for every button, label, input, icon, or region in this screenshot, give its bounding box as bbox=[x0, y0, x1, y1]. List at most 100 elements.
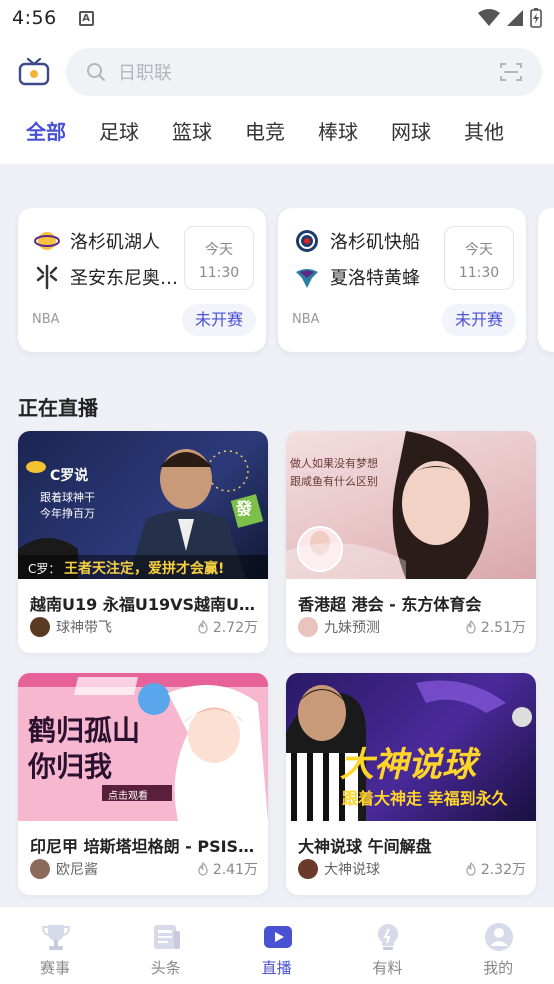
home-team-name: 洛杉矶快船 bbox=[330, 232, 420, 253]
match-status-badge: 未开赛 bbox=[182, 304, 256, 336]
flame-icon bbox=[198, 620, 208, 634]
thumb-caption-prefix: C罗： bbox=[28, 562, 61, 576]
tab-baseball[interactable]: 棒球 bbox=[318, 116, 358, 146]
nav-profile[interactable]: 我的 bbox=[443, 907, 554, 984]
avatar bbox=[298, 859, 318, 879]
signal-icon bbox=[507, 10, 523, 26]
lakers-logo-icon bbox=[34, 232, 60, 250]
status-bar: 4:56 A bbox=[0, 0, 554, 36]
tab-football[interactable]: 足球 bbox=[99, 116, 139, 146]
status-icons bbox=[478, 8, 542, 28]
live-room-title: 印尼甲 培斯塔坦格朗 - PSIS… bbox=[30, 837, 255, 856]
thumb-caption-title: 你归我 bbox=[28, 750, 113, 783]
anchor-row: 九妹预测 2.51万 bbox=[298, 617, 526, 637]
match-strip[interactable]: 洛杉矶湖人 圣安东尼奥… 今天 11:30 NBA 未开赛 洛杉矶快船 夏洛特黄… bbox=[0, 208, 554, 358]
anchor-row: 欧尼酱 2.41万 bbox=[30, 859, 258, 879]
anchor-row: 球神带飞 2.72万 bbox=[30, 617, 258, 637]
newspaper-icon bbox=[153, 925, 180, 949]
tab-all[interactable]: 全部 bbox=[26, 116, 66, 146]
heat-count: 2.51万 bbox=[465, 617, 526, 637]
home-team: 洛杉矶湖人 bbox=[34, 228, 160, 254]
wifi-icon bbox=[478, 9, 500, 26]
live-room-card[interactable]: 做人如果没有梦想 跟咸鱼有什么区别 香港超 港会 - 东方体育会 九妹预测 2.… bbox=[286, 431, 536, 653]
nav-live[interactable]: 直播 bbox=[222, 907, 333, 984]
thumb-caption-title: 鹤归孤山 bbox=[28, 714, 141, 747]
heat-value: 2.41万 bbox=[212, 862, 258, 878]
nav-label: 头条 bbox=[150, 959, 181, 977]
trophy-icon bbox=[41, 925, 71, 950]
live-room-title: 香港超 港会 - 东方体育会 bbox=[298, 595, 482, 614]
live-room-card[interactable]: 鹤归孤山 你归我 点击观看 印尼甲 培斯塔坦格朗 - PSIS… 欧尼酱 2.4… bbox=[18, 673, 268, 895]
live-room-card[interactable]: C罗说 跟着球神干 今年挣百万 發 C罗： 王者天注定，爱拼才会赢! 越南U19… bbox=[18, 431, 268, 653]
match-card[interactable]: 洛杉矶快船 夏洛特黄蜂 今天 11:30 NBA 未开赛 bbox=[278, 208, 526, 352]
thumb-caption-line: 跟咸鱼有什么区别 bbox=[290, 475, 378, 488]
nav-insights[interactable]: 有料 bbox=[332, 907, 443, 984]
flame-icon bbox=[466, 862, 476, 876]
live-thumbnail: C罗说 跟着球神干 今年挣百万 發 C罗： 王者天注定，爱拼才会赢! bbox=[18, 431, 268, 579]
home-team-name: 洛杉矶湖人 bbox=[70, 232, 160, 253]
bottom-nav: 赛事 头条 直播 有料 我的 bbox=[0, 906, 554, 984]
live-room-card[interactable]: 大神说球 跟着大神走 幸福到永久 大神说球 午间解盘 大神说球 2.32万 bbox=[286, 673, 536, 895]
live-room-title: 越南U19 永福U19VS越南U19 bbox=[30, 595, 260, 614]
search-placeholder: 日职联 bbox=[118, 63, 172, 84]
hornets-logo-icon bbox=[296, 269, 318, 288]
live-thumbnail: 做人如果没有梦想 跟咸鱼有什么区别 bbox=[286, 431, 536, 579]
away-team-name: 夏洛特黄蜂 bbox=[330, 268, 420, 289]
match-clock: 11:30 bbox=[198, 265, 240, 281]
match-day: 今天 bbox=[465, 242, 493, 258]
match-card[interactable]: 洛杉矶湖人 圣安东尼奥… 今天 11:30 NBA 未开赛 bbox=[18, 208, 266, 352]
spurs-logo-icon bbox=[36, 264, 58, 290]
away-team-name: 圣安东尼奥… bbox=[70, 268, 178, 289]
avatar bbox=[30, 859, 50, 879]
heat-count: 2.32万 bbox=[465, 859, 526, 879]
thumb-caption-button: 点击观看 bbox=[108, 791, 148, 802]
top-header: 日职联 全部 足球 篮球 电竞 棒球 网球 其他 bbox=[0, 36, 554, 164]
league-label: NBA bbox=[292, 312, 320, 327]
live-section-title: 正在直播 bbox=[18, 396, 98, 420]
tab-basketball[interactable]: 篮球 bbox=[172, 116, 212, 146]
thumb-caption-title: C罗说 bbox=[50, 468, 89, 484]
nav-label: 有料 bbox=[372, 959, 403, 977]
match-day: 今天 bbox=[205, 242, 233, 258]
thumb-caption-slogan: 跟着大神走 幸福到永久 bbox=[342, 789, 508, 808]
thumb-caption-line: 今年挣百万 bbox=[40, 507, 95, 520]
clippers-logo-icon bbox=[296, 230, 318, 252]
tab-tennis[interactable]: 网球 bbox=[391, 116, 431, 146]
nav-label: 赛事 bbox=[39, 959, 70, 977]
match-card-partial[interactable] bbox=[538, 208, 554, 352]
tab-other[interactable]: 其他 bbox=[464, 116, 504, 146]
thumb-caption-title: 大神说球 bbox=[340, 745, 476, 785]
nav-label: 我的 bbox=[483, 959, 514, 977]
match-time: 今天 11:30 bbox=[184, 226, 254, 290]
avatar bbox=[30, 617, 50, 637]
anchor-name: 球神带飞 bbox=[56, 620, 112, 636]
status-time: 4:56 bbox=[12, 7, 57, 29]
thumb-caption-slogan: 王者天注定，爱拼才会赢! bbox=[64, 561, 225, 577]
play-icon bbox=[263, 926, 292, 948]
match-status-badge: 未开赛 bbox=[442, 304, 516, 336]
tv-icon[interactable] bbox=[18, 58, 50, 88]
anchor-name: 欧尼酱 bbox=[56, 862, 98, 878]
heat-count: 2.41万 bbox=[197, 859, 258, 879]
match-time: 今天 11:30 bbox=[444, 226, 514, 290]
live-thumbnail: 大神说球 跟着大神走 幸福到永久 bbox=[286, 673, 536, 821]
match-clock: 11:30 bbox=[458, 265, 500, 281]
home-team: 洛杉矶快船 bbox=[294, 228, 420, 254]
live-thumbnail: 鹤归孤山 你归我 点击观看 bbox=[18, 673, 268, 821]
search-icon bbox=[87, 63, 105, 81]
scan-icon[interactable] bbox=[500, 62, 522, 82]
avatar bbox=[298, 617, 318, 637]
notification-icon: A bbox=[78, 10, 94, 26]
away-team: 夏洛特黄蜂 bbox=[294, 264, 420, 290]
nav-news[interactable]: 头条 bbox=[111, 907, 222, 984]
user-icon bbox=[485, 923, 514, 951]
anchor-name: 大神说球 bbox=[324, 862, 380, 878]
league-label: NBA bbox=[32, 312, 60, 327]
nav-events[interactable]: 赛事 bbox=[0, 907, 111, 984]
tab-esports[interactable]: 电竞 bbox=[245, 116, 285, 146]
thumb-caption-line: 跟着球神干 bbox=[40, 491, 95, 504]
anchor-row: 大神说球 2.32万 bbox=[298, 859, 526, 879]
battery-icon bbox=[530, 8, 542, 28]
search-box[interactable]: 日职联 bbox=[66, 48, 542, 96]
away-team: 圣安东尼奥… bbox=[34, 264, 178, 290]
